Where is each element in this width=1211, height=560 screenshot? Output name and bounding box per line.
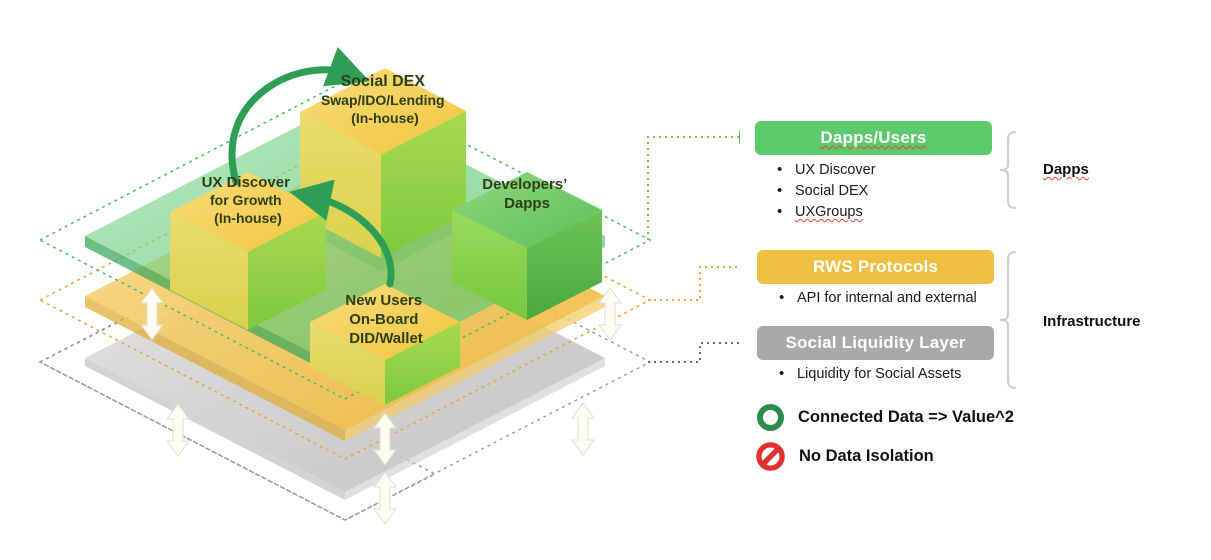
brace-label-infrastructure: Infrastructure [1043, 313, 1141, 330]
isometric-illustration: Social DEX Swap/IDO/Lending (In-house) U… [38, 46, 740, 525]
panel-social-liquidity-layer-title: Social Liquidity Layer [785, 333, 966, 352]
label-new-users: New Users On-Board DID/Wallet [345, 292, 426, 347]
panel-rws-protocols-title: RWS Protocols [812, 257, 939, 276]
legend-row-no-data-isolation: No Data Isolation [756, 442, 934, 471]
gap-arrow-right-lower [571, 402, 595, 456]
connector-green-to-dapps [647, 130, 740, 240]
list-item-label: UXGroups [795, 204, 863, 220]
list-item: Liquidity for Social Assets [757, 363, 961, 385]
panel-social-liquidity-layer[interactable]: Social Liquidity Layer [757, 326, 994, 360]
brace-label-dapps: Dapps [1043, 161, 1089, 178]
legend-label: Connected Data => Value^2 [798, 408, 1014, 426]
list-item: UX Discover [755, 159, 876, 181]
no-entry-icon [756, 442, 785, 471]
panel-rws-protocols-bullets: API for internal and external [757, 287, 977, 309]
green-ring-icon [757, 404, 784, 431]
legend-row-connected-data: Connected Data => Value^2 [757, 404, 1014, 431]
panel-dapps-users-title: Dapps/Users [820, 128, 927, 147]
list-item: API for internal and external [757, 287, 977, 309]
connector-gray-to-liquidity [648, 342, 740, 363]
list-item: Social DEX [755, 180, 876, 202]
panel-dapps-users[interactable]: Dapps/Users [755, 121, 992, 155]
diagram-canvas: Social DEX Swap/IDO/Lending (In-house) U… [0, 0, 1211, 560]
label-ux-discover: UX Discover for Growth (In-house) [202, 174, 295, 226]
panel-social-liquidity-bullets: Liquidity for Social Assets [757, 363, 961, 385]
connector-orange-to-protocols [648, 266, 740, 301]
dapps-brace-icon [1000, 130, 1017, 210]
legend-label: No Data Isolation [799, 447, 934, 465]
list-item: UXGroups [755, 201, 876, 223]
panel-rws-protocols[interactable]: RWS Protocols [757, 250, 994, 284]
infrastructure-brace-icon [1000, 250, 1017, 390]
panel-dapps-users-bullets: UX Discover Social DEX UXGroups [755, 159, 876, 223]
